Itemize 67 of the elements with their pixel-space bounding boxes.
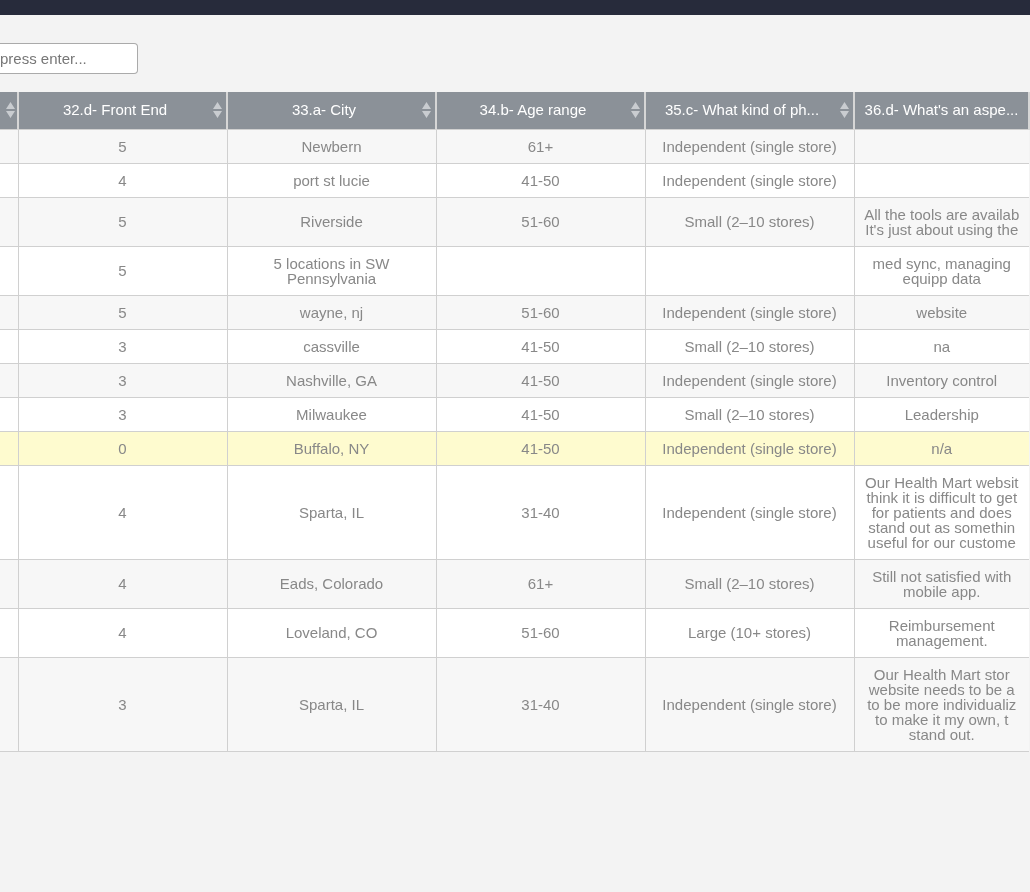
table-cell: 31-40: [521, 503, 560, 521]
table-cell: 41-50: [521, 171, 560, 189]
table-cell: Eads, Colorado: [279, 575, 384, 592]
table-cell: 5: [118, 213, 127, 230]
table-cell: Independent (single store): [662, 439, 837, 457]
table-cell: Reimbursement management.: [888, 616, 995, 649]
table-cell: 61+: [527, 575, 554, 592]
table-cell: Leadership: [904, 405, 979, 423]
table-cell: Independent (single store): [662, 371, 837, 389]
table-cell: Our Health Mart stor website needs to be a to be more individualiz to make it my own, t stand out.: [867, 665, 1017, 743]
table-cell: 41-50: [521, 337, 560, 355]
table-cell: 3: [118, 405, 127, 423]
table-cell: Small (2–10 stores): [684, 213, 815, 230]
sort-icon[interactable]: [631, 102, 640, 119]
table-cell: 0: [118, 439, 127, 457]
table-cell: 41-50: [521, 439, 560, 457]
table-cell: Still not satisfied with mobile app.: [872, 567, 1012, 600]
sort-icon[interactable]: [840, 102, 849, 119]
table-cell: Small (2–10 stores): [684, 575, 815, 592]
table-cell: 31-40: [521, 695, 560, 713]
table-cell: 3: [118, 695, 127, 713]
table-cell: 5: [118, 137, 127, 155]
table-cell: n/a: [931, 439, 953, 457]
table-cell: wayne, nj: [299, 303, 364, 321]
table-cell: Riverside: [300, 213, 363, 230]
table-cell: 4: [118, 503, 127, 521]
table-cell: Independent (single store): [662, 303, 837, 321]
table-cell: Loveland, CO: [285, 624, 378, 641]
table-cell: Buffalo, NY: [293, 439, 370, 457]
table-cell: 4: [118, 171, 127, 189]
table-cell: Our Health Mart websit think it is difficult to get for patients and does stand out as somethin useful for our custome: [865, 473, 1019, 551]
table-cell: Inventory control: [886, 371, 998, 389]
table-cell: Newbern: [301, 137, 362, 155]
table-cell: Nashville, GA: [286, 371, 377, 389]
table-cell: na: [933, 337, 951, 355]
table-cell: Milwaukee: [296, 405, 367, 423]
table-cell: Independent (single store): [662, 695, 837, 713]
table-cell: 61+: [527, 137, 554, 155]
sort-icon[interactable]: [422, 102, 431, 119]
table-cell: 4: [118, 575, 127, 592]
sort-icon[interactable]: [213, 102, 222, 119]
table-cell: Independent (single store): [662, 503, 837, 521]
table-cell: 51-60: [521, 303, 560, 321]
table-cell: Independent (single store): [662, 171, 837, 189]
table-cell: med sync, managing equipp data: [872, 254, 1011, 287]
table-cell: 41-50: [521, 371, 560, 389]
table-cell: 3: [118, 337, 127, 355]
table-cell: cassville: [303, 337, 360, 355]
table-cell: 51-60: [521, 213, 560, 230]
table-cell: 4: [118, 624, 127, 641]
table-cell: Large (10+ stores): [688, 624, 811, 641]
table-cell: website: [916, 303, 968, 321]
table-cell: 5: [118, 262, 127, 279]
table-cell: 51-60: [521, 624, 560, 641]
table-cell: Independent (single store): [662, 137, 837, 155]
table-cell: All the tools are availab It's just about using the: [864, 205, 1020, 238]
table-cell: 3: [118, 371, 127, 389]
table-cell: 41-50: [521, 405, 560, 423]
table-cell: Sparta, IL: [298, 695, 364, 713]
table-cell: 5 locations in SW Pennsylvania: [273, 254, 390, 287]
sort-icon[interactable]: [6, 102, 15, 119]
search-field[interactable]: press enter...: [0, 43, 138, 74]
table-cell: Sparta, IL: [298, 503, 364, 521]
table-cell: 5: [118, 303, 127, 321]
table-cell: port st lucie: [293, 171, 370, 189]
table-cell: Small (2–10 stores): [684, 405, 815, 423]
table-cell: Small (2–10 stores): [684, 337, 815, 355]
